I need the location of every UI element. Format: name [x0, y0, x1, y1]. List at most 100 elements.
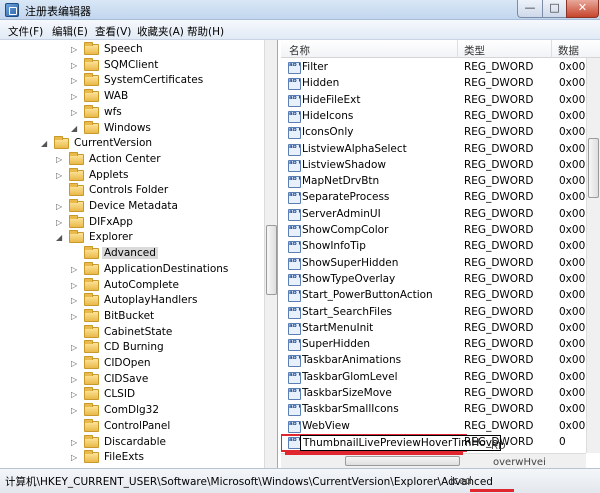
menu-help[interactable]: 帮助(H): [187, 24, 224, 39]
value-type: REG_DWORD: [464, 224, 534, 236]
value-row[interactable]: ab 01StartMenuInit REG_DWORD 0x00: [281, 321, 600, 337]
expand-toggle-icon[interactable]: [71, 421, 80, 432]
value-row[interactable]: ab 01HideFileExt REG_DWORD 0x00: [281, 93, 600, 109]
value-name: TaskbarAnimations: [302, 354, 402, 367]
expand-toggle-icon[interactable]: ▷: [71, 452, 80, 463]
expand-toggle-icon[interactable]: ▷: [56, 217, 65, 228]
value-row[interactable]: ab 01SuperHidden REG_DWORD 0x00: [281, 337, 600, 353]
expand-toggle-icon[interactable]: ▷: [71, 358, 80, 369]
value-type: REG_DWORD: [464, 419, 534, 432]
value-row[interactable]: ab 01ListviewShadow REG_DWORD 0x00: [281, 158, 600, 174]
value-type: REG_DWORD: [464, 77, 534, 90]
folder-icon: [84, 450, 99, 464]
menu-view[interactable]: 查看(V): [95, 24, 131, 39]
expand-toggle-icon[interactable]: ▷: [71, 264, 80, 275]
expand-toggle-icon[interactable]: ▷: [71, 280, 80, 291]
folder-icon: [84, 418, 99, 432]
value-row[interactable]: ab 01ShowCompColor REG_DWORD 0x00: [281, 223, 600, 239]
close-button[interactable]: ✕: [566, 0, 599, 18]
column-data-header[interactable]: 数据: [558, 43, 579, 58]
value-row[interactable]: ab 01TaskbarGlomLevel REG_DWORD 0x00: [281, 370, 600, 386]
status-bar: 计算机\HKEY_CURRENT_USER\Software\Microsoft…: [0, 468, 600, 493]
expand-toggle-icon[interactable]: ◢: [41, 138, 50, 149]
folder-icon: [69, 214, 84, 228]
value-row[interactable]: ab 01IconsOnly REG_DWORD 0x00: [281, 125, 600, 141]
value-name: ServerAdminUI: [302, 207, 381, 220]
menu-file[interactable]: 文件(F): [8, 24, 43, 39]
tree-item-label: Action Center: [89, 152, 161, 165]
value-data: 0x00: [559, 272, 586, 285]
value-type: REG_DWORD: [464, 240, 534, 253]
status-ghost-text: iced: [450, 475, 472, 487]
expand-toggle-icon[interactable]: ▷: [71, 91, 80, 102]
folder-icon: [84, 324, 99, 338]
list-vertical-scrollbar[interactable]: [586, 58, 600, 453]
value-type: REG_DWORD: [464, 158, 534, 171]
tree-vertical-scroll-thumb[interactable]: [266, 225, 277, 295]
value-row[interactable]: ab 01ServerAdminUI REG_DWORD 0x00: [281, 207, 600, 223]
menu-favorites[interactable]: 收藏夹(A): [137, 24, 184, 39]
expand-toggle-icon[interactable]: ◢: [56, 232, 65, 243]
value-data: 0x00: [559, 338, 586, 351]
expand-toggle-icon[interactable]: ▷: [71, 389, 80, 400]
tree-item-label: AutoComplete: [104, 278, 179, 291]
value-row[interactable]: ab 01ShowTypeOverlay REG_DWORD 0x00: [281, 272, 600, 288]
folder-icon: [84, 57, 99, 71]
value-row[interactable]: ab 01TaskbarAnimations REG_DWORD 0x00: [281, 353, 600, 369]
value-row[interactable]: ab 01ShowInfoTip REG_DWORD 0x00: [281, 239, 600, 255]
value-row[interactable]: ab 01SeparateProcess REG_DWORD 0x00: [281, 190, 600, 206]
value-row[interactable]: ab 01ThumbnailLivePreviewHoverTimHoveREG…: [281, 433, 566, 452]
column-name-header[interactable]: 名称: [289, 43, 310, 58]
expand-toggle-icon[interactable]: ◢: [71, 123, 80, 134]
column-divider[interactable]: [457, 40, 458, 58]
minimize-button[interactable]: —: [517, 0, 543, 18]
reg-dword-icon: ab 01: [288, 110, 301, 123]
expand-toggle-icon[interactable]: ▷: [71, 342, 80, 353]
expand-toggle-icon[interactable]: ▷: [71, 44, 80, 55]
expand-toggle-icon[interactable]: ▷: [71, 75, 80, 86]
value-row[interactable]: ab 01Start_SearchFiles REG_DWORD 0x00: [281, 305, 600, 321]
value-row[interactable]: ab 01WebView REG_DWORD 0x00: [281, 419, 600, 435]
expand-toggle-icon[interactable]: [56, 185, 65, 196]
values-list-pane[interactable]: 名称 类型 数据 ab 01FilterREG_DWORD0x00ab 01Hi…: [281, 40, 600, 468]
key-tree-pane[interactable]: ▷ Speech ▷ SQMClient ▷ SystemCertificates ▷ WAB…: [0, 40, 278, 468]
value-type: REG_DWORD: [464, 387, 534, 399]
expand-toggle-icon[interactable]: ▷: [56, 201, 65, 212]
window-title: 注册表编辑器: [25, 5, 91, 18]
expand-toggle-icon[interactable]: [71, 248, 80, 259]
value-name: Start_PowerButtonAction: [302, 289, 433, 302]
expand-toggle-icon[interactable]: ▷: [56, 154, 65, 165]
column-divider[interactable]: [551, 40, 552, 58]
tree-item-label: SystemCertificates: [104, 74, 204, 87]
expand-toggle-icon[interactable]: ▷: [71, 295, 80, 306]
value-name: StartMenuInit: [302, 321, 374, 334]
expand-toggle-icon[interactable]: ▷: [71, 437, 80, 448]
expand-toggle-icon[interactable]: ▷: [71, 60, 80, 71]
maximize-button[interactable]: □: [542, 0, 567, 18]
value-row[interactable]: ab 01ListviewAlphaSelect REG_DWORD 0x00: [281, 142, 600, 158]
expand-toggle-icon[interactable]: [71, 327, 80, 338]
folder-icon: [54, 136, 69, 150]
expand-toggle-icon[interactable]: ▷: [56, 170, 65, 181]
value-row[interactable]: ab 01Hidden REG_DWORD 0x00: [281, 76, 600, 92]
value-row[interactable]: ab 01TaskbarSizeMove REG_DWORD 0x00: [281, 386, 600, 402]
expand-toggle-icon[interactable]: ▷: [71, 405, 80, 416]
value-row[interactable]: ab 01MapNetDrvBtn REG_DWORD 0x00: [281, 174, 600, 190]
reg-dword-icon: ab 01: [288, 306, 301, 319]
value-row[interactable]: ab 01Start_PowerButtonAction REG_DWORD 0x0…: [281, 288, 600, 304]
tree-vertical-scrollbar[interactable]: [264, 40, 277, 468]
menu-edit[interactable]: 编辑(E): [52, 24, 88, 39]
list-horizontal-scroll-thumb[interactable]: [345, 456, 460, 466]
expand-toggle-icon[interactable]: ▷: [71, 374, 80, 385]
tree-item-label: CurrentVersion: [74, 137, 153, 150]
column-type-header[interactable]: 类型: [464, 43, 485, 58]
value-row[interactable]: ab 01Filter REG_DWORD 0x00: [281, 60, 600, 76]
list-vertical-scroll-thumb[interactable]: [588, 138, 599, 198]
value-row[interactable]: ab 01ShowSuperHidden REG_DWORD 0x00: [281, 256, 600, 272]
value-row[interactable]: ab 01HideIcons REG_DWORD 0x00: [281, 109, 600, 125]
expand-toggle-icon[interactable]: ▷: [71, 107, 80, 118]
value-row[interactable]: ab 01TaskbarSmallIcons REG_DWORD 0x00: [281, 402, 600, 418]
folder-icon: [84, 340, 99, 354]
value-data: 0x00: [559, 175, 586, 188]
expand-toggle-icon[interactable]: ▷: [71, 311, 80, 322]
